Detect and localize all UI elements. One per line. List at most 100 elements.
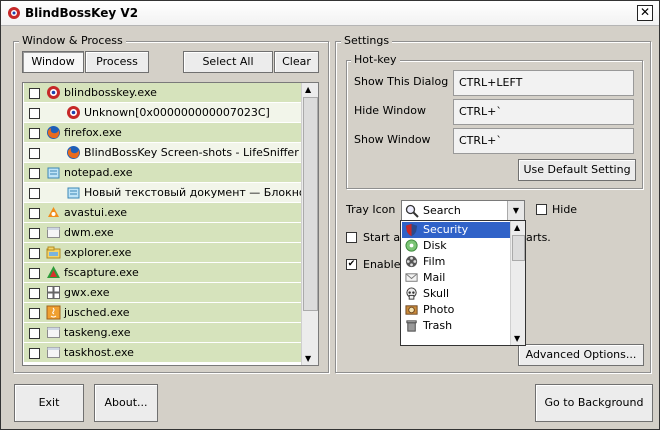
fscapture-icon — [46, 265, 61, 280]
show-window-field[interactable]: CTRL+` — [453, 128, 634, 154]
tray-icon-select[interactable]: Search ▼ — [401, 200, 525, 222]
dropdown-item-photo[interactable]: Photo — [402, 302, 510, 318]
firefox-icon — [46, 125, 61, 140]
item-checkbox[interactable] — [29, 88, 40, 99]
item-checkbox[interactable] — [29, 128, 40, 139]
clear-button[interactable]: Clear — [274, 51, 319, 73]
go-to-background-button[interactable]: Go to Background — [535, 384, 653, 422]
show-window-label: Show Window — [354, 133, 431, 146]
photo-icon — [405, 303, 419, 317]
title-bar[interactable]: BlindBossKey V2 ✕ — [1, 1, 659, 26]
hide-window-label: Hide Window — [354, 104, 426, 117]
list-item[interactable]: fscapture.exe — [24, 263, 302, 283]
start-checkbox[interactable] — [346, 232, 357, 243]
list-item[interactable]: BlindBossKey Screen-shots - LifeSniffer … — [24, 143, 318, 163]
hide-label: Hide — [552, 203, 578, 216]
dropdown-item-skull[interactable]: Skull — [402, 286, 510, 302]
windows-icon — [46, 285, 61, 300]
dropdown-scroll-up[interactable]: ▲ — [514, 223, 520, 232]
blindbosskey-icon — [46, 85, 61, 100]
hide-checkbox[interactable] — [536, 204, 547, 215]
item-checkbox[interactable] — [29, 328, 40, 339]
item-label: BlindBossKey Screen-shots - LifeSniffer … — [84, 146, 319, 159]
list-item[interactable]: dwm.exe — [24, 223, 302, 243]
blindbosskey-icon — [8, 7, 20, 19]
close-button[interactable]: ✕ — [637, 5, 653, 21]
hide-window-field[interactable]: CTRL+` — [453, 99, 634, 125]
item-checkbox[interactable] — [29, 248, 40, 259]
list-item[interactable]: explorer.exe — [24, 243, 302, 263]
item-checkbox[interactable] — [29, 208, 40, 219]
list-scrollbar[interactable]: ▲ ▼ — [301, 83, 318, 365]
security-icon — [405, 223, 419, 237]
list-item[interactable]: taskhost.exe — [24, 343, 302, 363]
item-checkbox[interactable] — [29, 268, 40, 279]
item-checkbox[interactable] — [29, 148, 40, 159]
advanced-options-button[interactable]: Advanced Options... — [518, 344, 644, 366]
combo-dropdown-arrow[interactable]: ▼ — [507, 201, 524, 221]
dropdown-scrollbar[interactable]: ▲ ▼ — [510, 221, 525, 345]
item-label: jusched.exe — [64, 306, 130, 319]
film-icon — [405, 255, 419, 269]
hotkey-label: Hot-key — [351, 53, 400, 66]
settings-label: Settings — [341, 34, 393, 47]
item-label: blindbosskey.exe — [64, 86, 157, 99]
about-button[interactable]: About... — [94, 384, 158, 422]
list-item[interactable]: Новый текстовый документ — Блокнот — [24, 183, 312, 203]
list-item[interactable]: jusched.exe — [24, 303, 302, 323]
item-label: firefox.exe — [64, 126, 122, 139]
item-checkbox[interactable] — [29, 188, 40, 199]
app-icon — [46, 225, 61, 240]
tray-icon-dropdown[interactable]: Security Disk Film Mail Skull Photo Trash ▲ ▼ — [400, 220, 526, 346]
list-item[interactable]: avastui.exe — [24, 203, 302, 223]
item-label: fscapture.exe — [64, 266, 139, 279]
dropdown-item-label: Security — [423, 223, 469, 236]
list-item[interactable]: gwx.exe — [24, 283, 302, 303]
item-label: notepad.exe — [64, 166, 133, 179]
dropdown-scroll-down[interactable]: ▼ — [514, 334, 520, 343]
dropdown-item-trash[interactable]: Trash — [402, 318, 510, 334]
use-default-button[interactable]: Use Default Setting — [518, 159, 636, 181]
dropdown-item-disk[interactable]: Disk — [402, 238, 510, 254]
list-item[interactable]: notepad.exe — [24, 163, 302, 183]
tray-icon-label: Tray Icon — [346, 203, 396, 216]
item-checkbox[interactable] — [29, 288, 40, 299]
dropdown-item-film[interactable]: Film — [402, 254, 510, 270]
avast-icon — [46, 205, 61, 220]
list-item[interactable]: firefox.exe — [24, 123, 302, 143]
scroll-up-arrow[interactable]: ▲ — [305, 85, 311, 94]
item-checkbox[interactable] — [29, 108, 40, 119]
window-process-label: Window & Process — [19, 34, 126, 47]
item-checkbox[interactable] — [29, 348, 40, 359]
scroll-down-arrow[interactable]: ▼ — [305, 354, 311, 363]
item-checkbox[interactable] — [29, 308, 40, 319]
dropdown-item-security[interactable]: Security — [402, 222, 510, 238]
item-checkbox[interactable] — [29, 168, 40, 179]
enable-checkbox[interactable]: ✔ — [346, 259, 357, 270]
blindbosskey-icon — [66, 105, 81, 120]
select-all-button[interactable]: Select All — [183, 51, 273, 73]
show-dialog-field[interactable]: CTRL+LEFT — [453, 70, 634, 96]
dropdown-item-label: Disk — [423, 239, 447, 252]
tab-process[interactable]: Process — [85, 51, 149, 73]
app-icon — [46, 345, 61, 360]
list-item[interactable]: taskeng.exe — [24, 323, 302, 343]
item-label: taskeng.exe — [64, 326, 131, 339]
item-label: Unknown[0x000000000007023C] — [84, 106, 270, 119]
dropdown-scroll-thumb[interactable] — [512, 235, 525, 261]
tray-icon-value: Search — [423, 204, 461, 217]
process-list[interactable]: blindbosskey.exe Unknown[0x00000000000702… — [22, 82, 319, 366]
app-icon — [46, 325, 61, 340]
item-label: taskhost.exe — [64, 346, 134, 359]
item-label: explorer.exe — [64, 246, 132, 259]
scroll-thumb[interactable] — [303, 97, 318, 311]
java-icon — [46, 305, 61, 320]
tab-window[interactable]: Window — [22, 51, 84, 73]
disk-icon — [405, 239, 419, 253]
dropdown-item-mail[interactable]: Mail — [402, 270, 510, 286]
list-item[interactable]: blindbosskey.exe — [24, 83, 302, 103]
notepad-icon — [46, 165, 61, 180]
item-checkbox[interactable] — [29, 228, 40, 239]
list-item[interactable]: Unknown[0x000000000007023C] — [24, 103, 302, 123]
exit-button[interactable]: Exit — [14, 384, 84, 422]
